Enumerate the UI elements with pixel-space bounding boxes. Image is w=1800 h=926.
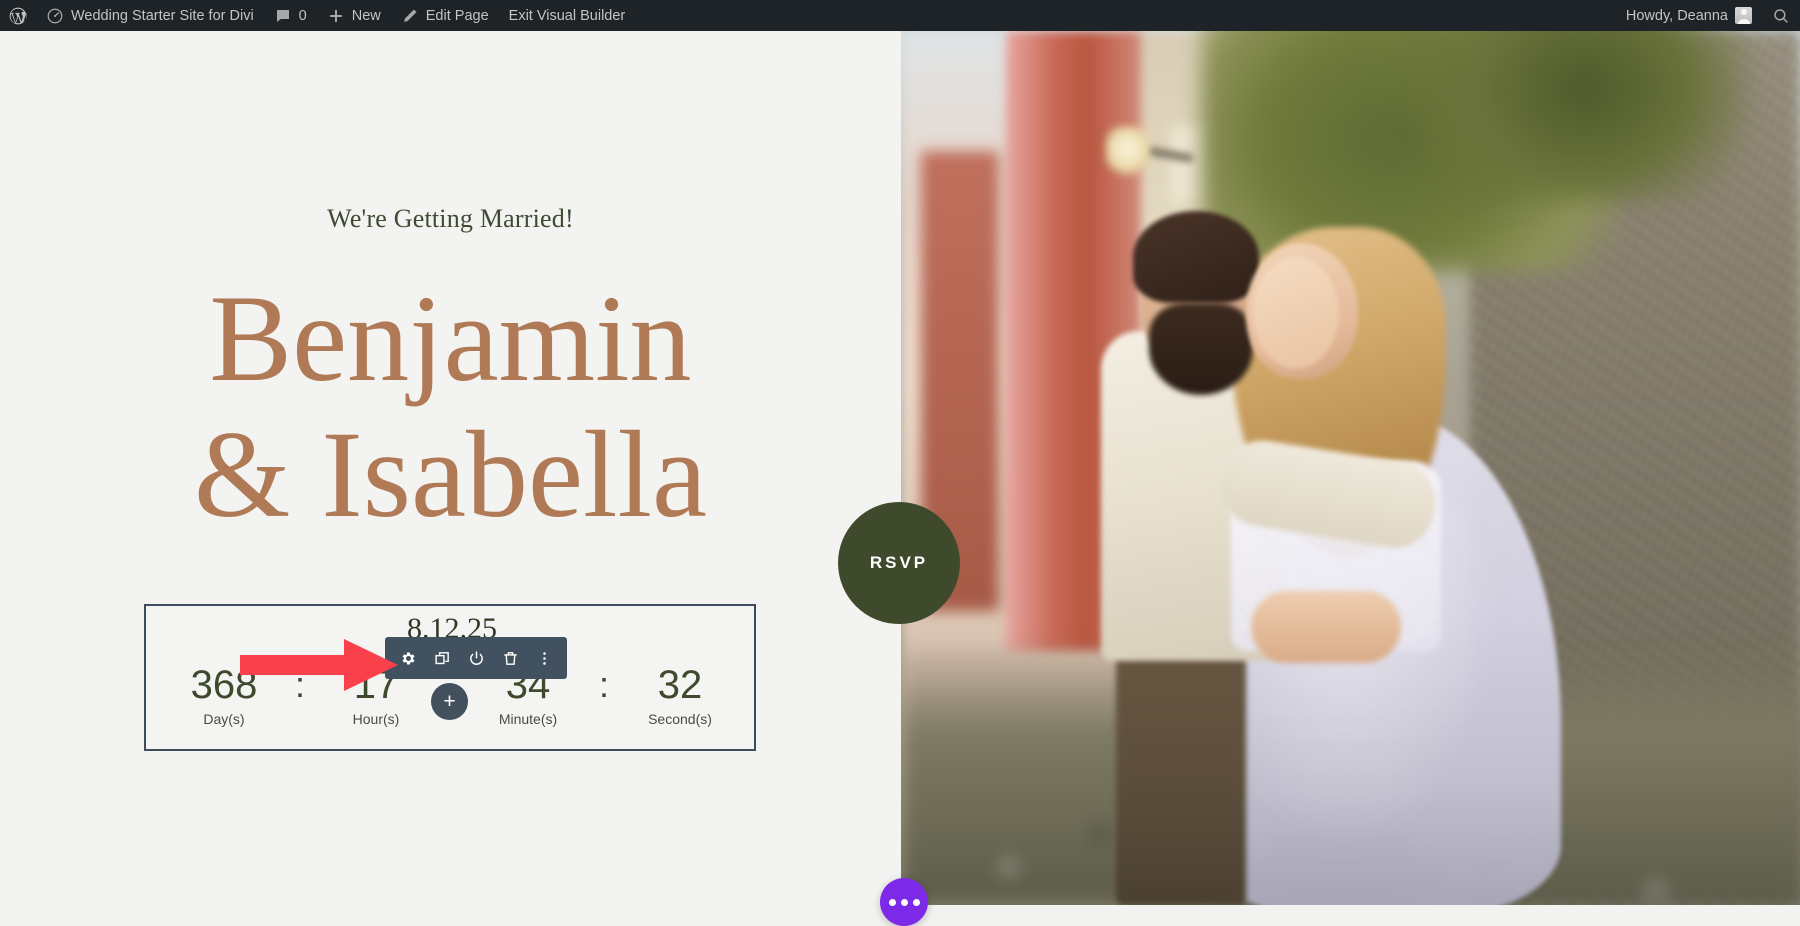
hero-eyebrow-text: We're Getting Married!: [327, 204, 574, 233]
countdown-seconds-value: 32: [657, 663, 703, 707]
my-account-menu[interactable]: Howdy, Deanna: [1616, 0, 1762, 31]
countdown-hours-label: Hour(s): [352, 711, 400, 727]
visual-builder-canvas: We're Getting Married! Benjamin & Isabel…: [0, 31, 1800, 926]
edit-page-link[interactable]: Edit Page: [391, 0, 499, 31]
divi-menu-button[interactable]: [880, 878, 928, 926]
wp-admin-bar: Wedding Starter Site for Divi 0 New Edit…: [0, 0, 1800, 31]
site-name-menu[interactable]: Wedding Starter Site for Divi: [36, 0, 264, 31]
wordpress-logo-icon: [8, 6, 28, 26]
search-button[interactable]: [1762, 0, 1800, 31]
divi-menu-dots-icon: [912, 898, 920, 906]
photo-street-lamp: [1106, 126, 1150, 178]
countdown-unit-days: 368 Day(s): [165, 663, 283, 727]
hero-names-heading: Benjamin & Isabella: [0, 270, 901, 544]
exit-visual-builder-label: Exit Visual Builder: [508, 7, 626, 24]
hero-name-line-2: & Isabella: [193, 406, 707, 544]
new-label: New: [351, 7, 381, 24]
duplicate-icon: [434, 650, 451, 667]
pencil-icon: [401, 7, 419, 25]
couple-hands: [1251, 591, 1401, 663]
countdown-separator-1: :: [294, 664, 305, 705]
comments-count: 0: [298, 7, 307, 24]
module-more-options-button[interactable]: [529, 643, 559, 673]
groom-hair: [1133, 211, 1259, 303]
countdown-minutes-label: Minute(s): [498, 711, 558, 727]
site-name-label: Wedding Starter Site for Divi: [71, 7, 254, 24]
delete-module-button[interactable]: [495, 643, 525, 673]
rsvp-button[interactable]: RSVP: [838, 502, 960, 624]
countdown-seconds-label: Second(s): [648, 711, 712, 727]
plus-icon: [327, 7, 345, 25]
disable-module-button[interactable]: [461, 643, 491, 673]
more-vertical-icon: [536, 650, 553, 667]
add-module-button[interactable]: +: [431, 683, 468, 720]
search-icon: [1772, 7, 1790, 25]
adminbar-right-group: Howdy, Deanna: [1616, 0, 1800, 31]
divi-menu-dots-icon: [888, 898, 896, 906]
countdown-separator-3: :: [598, 664, 609, 705]
photo-tree-foliage-2: [1421, 31, 1751, 201]
trash-icon: [502, 650, 519, 667]
hero-photo: [901, 31, 1800, 905]
groom-beard: [1149, 303, 1253, 395]
edit-page-label: Edit Page: [425, 7, 489, 24]
dashboard-icon: [46, 7, 64, 25]
duplicate-module-button[interactable]: [427, 643, 457, 673]
gear-icon: [400, 650, 417, 667]
countdown-days-label: Day(s): [203, 711, 245, 727]
power-icon: [468, 650, 485, 667]
divi-menu-dots-icon: [900, 898, 908, 906]
module-toolbar: [385, 637, 567, 679]
exit-visual-builder-link[interactable]: Exit Visual Builder: [499, 0, 636, 31]
new-content-menu[interactable]: New: [317, 0, 391, 31]
hero-name-line-1: Benjamin: [209, 270, 692, 407]
module-settings-button[interactable]: [393, 643, 423, 673]
countdown-unit-seconds: 32 Second(s): [621, 663, 739, 727]
hero-left-pane: We're Getting Married! Benjamin & Isabel…: [0, 31, 901, 905]
user-avatar-icon: [1735, 7, 1752, 24]
comments-menu[interactable]: 0: [264, 0, 317, 31]
wordpress-logo-button[interactable]: [0, 0, 36, 31]
howdy-label: Howdy, Deanna: [1625, 7, 1728, 24]
comment-bubble-icon: [274, 7, 292, 25]
countdown-days-value: 368: [190, 663, 258, 707]
bride-face: [1253, 257, 1339, 369]
